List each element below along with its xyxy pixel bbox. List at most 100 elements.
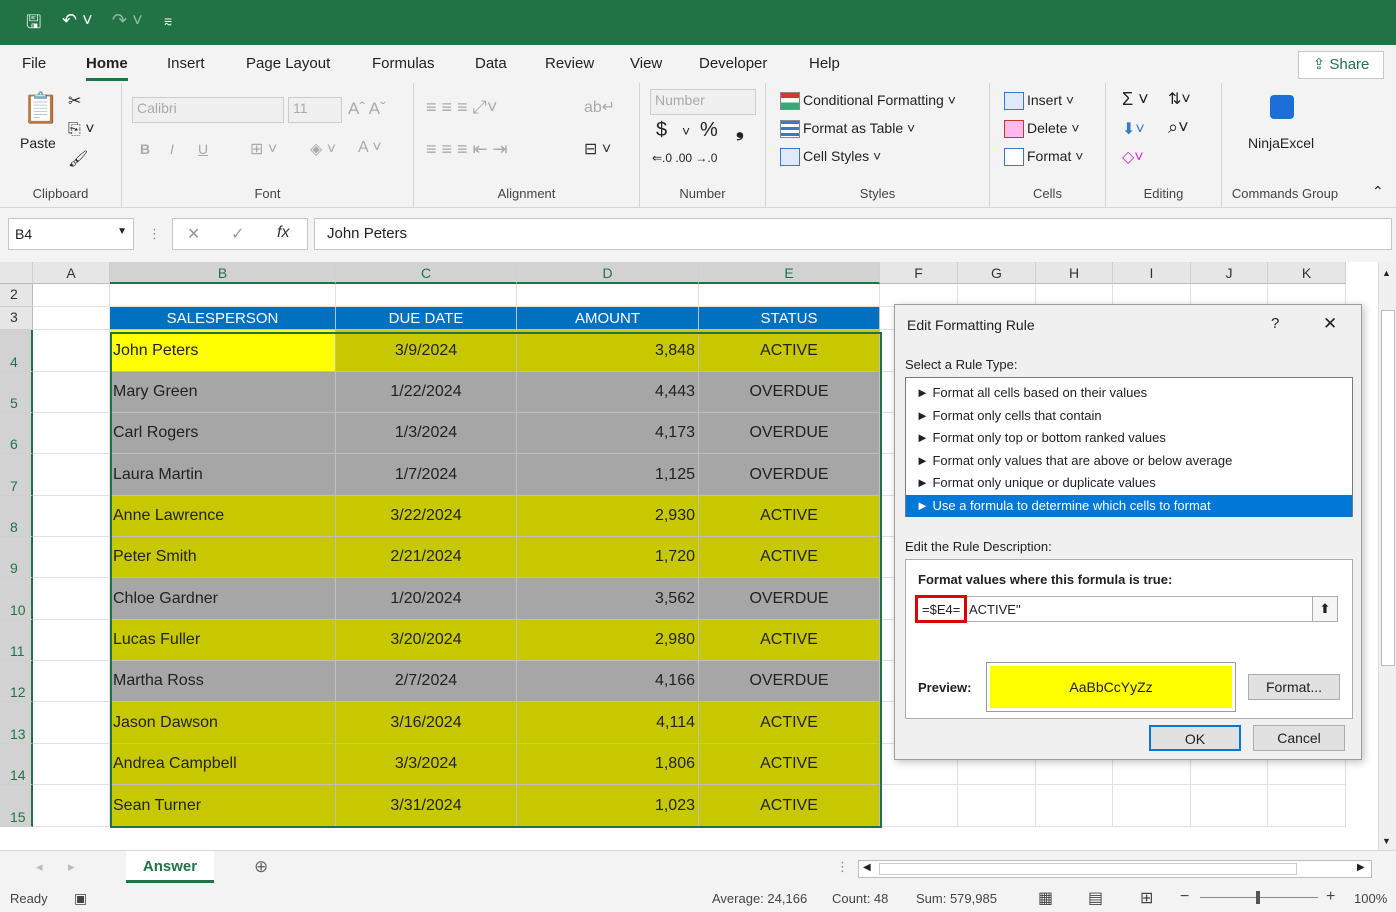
fill-icon[interactable]: ⬇˅ bbox=[1122, 119, 1145, 139]
table-cell[interactable]: 4,443 bbox=[517, 372, 699, 413]
table-cell[interactable]: 2/21/2024 bbox=[336, 537, 517, 578]
column-header-e[interactable]: E bbox=[699, 262, 880, 284]
decimal-icons[interactable]: ⇐.0 .00 →.0 bbox=[652, 151, 717, 165]
row-header-3[interactable]: 3 bbox=[0, 307, 33, 330]
paste-button[interactable]: Paste bbox=[20, 135, 56, 151]
borders-icon[interactable]: ⊞ ˅ bbox=[250, 139, 277, 159]
table-cell[interactable]: ACTIVE bbox=[699, 496, 880, 537]
table-cell[interactable]: 1,720 bbox=[517, 537, 699, 578]
tab-data[interactable]: Data bbox=[475, 55, 507, 72]
format-as-table-button[interactable]: Format as Table ˅ bbox=[780, 120, 915, 139]
column-header-h[interactable]: H bbox=[1036, 262, 1113, 284]
tab-view[interactable]: View bbox=[630, 55, 662, 72]
horizontal-scrollbar[interactable]: ◀ ▶ bbox=[858, 860, 1372, 878]
empty-cell[interactable] bbox=[33, 702, 110, 744]
tab-formulas[interactable]: Formulas bbox=[372, 55, 435, 72]
number-format-select[interactable]: Number bbox=[650, 89, 756, 115]
table-cell[interactable]: ACTIVE bbox=[699, 702, 880, 744]
empty-cell[interactable] bbox=[33, 372, 110, 413]
table-cell[interactable]: Sean Turner bbox=[110, 785, 336, 827]
scroll-left-icon[interactable]: ◀ bbox=[863, 862, 871, 873]
currency-button[interactable]: $ bbox=[656, 119, 667, 142]
table-cell[interactable]: Peter Smith bbox=[110, 537, 336, 578]
normal-view-icon[interactable]: ▦ bbox=[1038, 888, 1053, 908]
scroll-down-icon[interactable]: ▼ bbox=[1382, 836, 1391, 846]
tab-review[interactable]: Review bbox=[545, 55, 594, 72]
macro-record-icon[interactable]: ▣ bbox=[74, 890, 87, 907]
confirm-entry-icon[interactable]: ✓ bbox=[231, 224, 244, 244]
row-header-7[interactable]: 7 bbox=[0, 454, 33, 496]
column-header-g[interactable]: G bbox=[958, 262, 1036, 284]
empty-cell[interactable] bbox=[33, 537, 110, 578]
font-size-select[interactable]: 11 bbox=[288, 97, 342, 123]
table-cell[interactable]: Laura Martin bbox=[110, 454, 336, 496]
formula-input[interactable]: John Peters bbox=[314, 218, 1392, 250]
tab-developer[interactable]: Developer bbox=[699, 55, 767, 72]
merge-icon[interactable]: ⊟ ˅ bbox=[584, 139, 611, 159]
page-break-view-icon[interactable]: ⊞ bbox=[1140, 888, 1153, 908]
table-cell[interactable]: 4,114 bbox=[517, 702, 699, 744]
row-header-15[interactable]: 15 bbox=[0, 785, 33, 827]
grow-font-icon[interactable]: Aˆ Aˇ bbox=[348, 99, 386, 119]
table-cell[interactable]: 1,125 bbox=[517, 454, 699, 496]
empty-cell[interactable] bbox=[1036, 785, 1113, 827]
ninjaexcel-button[interactable]: NinjaExcel bbox=[1248, 135, 1314, 151]
collapse-ribbon-icon[interactable]: ⌃ bbox=[1372, 183, 1384, 200]
column-header-b[interactable]: B bbox=[110, 262, 336, 284]
tab-page-layout[interactable]: Page Layout bbox=[246, 55, 330, 72]
row-header-6[interactable]: 6 bbox=[0, 413, 33, 454]
insert-cells-button[interactable]: Insert ˅ bbox=[1004, 92, 1074, 111]
percent-button[interactable]: % bbox=[700, 119, 718, 142]
table-cell[interactable]: 3/3/2024 bbox=[336, 744, 517, 785]
empty-cell[interactable] bbox=[33, 785, 110, 827]
cancel-entry-icon[interactable]: ✕ bbox=[187, 224, 200, 244]
table-cell[interactable]: 2,930 bbox=[517, 496, 699, 537]
table-cell[interactable]: Martha Ross bbox=[110, 661, 336, 702]
format-painter-icon[interactable]: 🖌 bbox=[68, 149, 88, 169]
table-cell[interactable]: Mary Green bbox=[110, 372, 336, 413]
empty-cell[interactable] bbox=[33, 661, 110, 702]
help-icon[interactable]: ? bbox=[1271, 315, 1279, 332]
row-header-11[interactable]: 11 bbox=[0, 620, 33, 661]
collapse-dialog-icon[interactable]: ⬆ bbox=[1312, 596, 1338, 622]
vertical-scroll-thumb[interactable] bbox=[1381, 310, 1395, 666]
table-cell[interactable]: 3/31/2024 bbox=[336, 785, 517, 827]
customize-icon[interactable]: ⩳ bbox=[164, 13, 172, 30]
table-cell[interactable]: Jason Dawson bbox=[110, 702, 336, 744]
table-cell[interactable]: 2/7/2024 bbox=[336, 661, 517, 702]
table-cell[interactable]: Carl Rogers bbox=[110, 413, 336, 454]
rule-type-item[interactable]: ► Format only cells that contain bbox=[906, 405, 1352, 428]
select-all-corner[interactable] bbox=[0, 262, 33, 284]
row-header-4[interactable]: 4 bbox=[0, 330, 33, 372]
table-cell[interactable]: Lucas Fuller bbox=[110, 620, 336, 661]
rule-type-item[interactable]: ► Format only unique or duplicate values bbox=[906, 472, 1352, 495]
table-cell[interactable]: Anne Lawrence bbox=[110, 496, 336, 537]
bold-button[interactable]: B bbox=[140, 141, 150, 157]
zoom-slider-thumb[interactable] bbox=[1256, 891, 1260, 904]
close-icon[interactable]: ✕ bbox=[1323, 314, 1337, 334]
table-cell[interactable]: Andrea Campbell bbox=[110, 744, 336, 785]
sort-filter-icon[interactable]: ⇅˅ bbox=[1168, 89, 1191, 109]
table-cell[interactable]: 1/7/2024 bbox=[336, 454, 517, 496]
table-cell[interactable]: 1/3/2024 bbox=[336, 413, 517, 454]
tab-home[interactable]: Home bbox=[86, 55, 128, 81]
currency-dropdown-icon[interactable]: ˅ bbox=[682, 123, 690, 139]
ninjaexcel-icon[interactable] bbox=[1270, 95, 1294, 119]
copy-icon[interactable]: ⎘ ˅ bbox=[68, 121, 95, 139]
zoom-level[interactable]: 100% bbox=[1354, 891, 1387, 906]
table-cell[interactable]: 2,980 bbox=[517, 620, 699, 661]
vertical-scrollbar[interactable]: ▲ ▼ bbox=[1378, 262, 1396, 850]
empty-cell[interactable] bbox=[1191, 785, 1268, 827]
column-header-j[interactable]: J bbox=[1191, 262, 1268, 284]
insert-function-icon[interactable]: fx bbox=[277, 224, 289, 242]
sheet-tab-answer[interactable]: Answer bbox=[126, 851, 214, 883]
empty-cell[interactable] bbox=[110, 284, 336, 307]
fill-color-icon[interactable]: ◈ ˅ bbox=[310, 139, 336, 159]
rule-type-item[interactable]: ► Use a formula to determine which cells… bbox=[906, 494, 1352, 517]
empty-cell[interactable] bbox=[33, 284, 110, 307]
empty-cell[interactable] bbox=[517, 284, 699, 307]
table-cell[interactable]: 3,848 bbox=[517, 330, 699, 372]
column-header-c[interactable]: C bbox=[336, 262, 517, 284]
column-header-i[interactable]: I bbox=[1113, 262, 1191, 284]
undo-icon[interactable]: ↶ ˅ bbox=[62, 10, 93, 31]
